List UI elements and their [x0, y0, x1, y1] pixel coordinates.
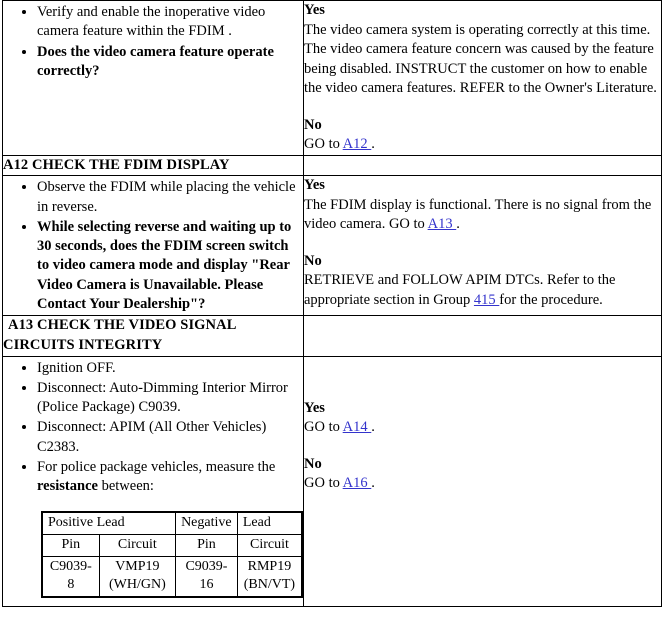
answer-yes-label: Yes — [304, 177, 325, 194]
answer-no-label: No — [304, 455, 322, 472]
header-circuit-positive: Circuit — [98, 533, 177, 557]
header-positive-lead: Positive Lead — [41, 511, 177, 535]
table-row: Ignition OFF. Disconnect: Auto-Dimming I… — [2, 355, 662, 608]
result-cell: Yes The video camera system is operating… — [303, 0, 662, 156]
list-item: Disconnect: APIM (All Other Vehicles) C2… — [37, 418, 303, 457]
list-item: Does the video camera feature operate co… — [37, 43, 303, 82]
result-cell-empty — [303, 154, 662, 177]
header-circuit-negative: Circuit — [236, 533, 303, 557]
header-pin-positive: Pin — [41, 533, 100, 557]
answer-yes-label: Yes — [304, 2, 325, 18]
header-negative: Negative — [175, 511, 238, 535]
list-item: For police package vehicles, measure the… — [37, 458, 303, 497]
header-lead: Lead — [236, 511, 303, 535]
cell-circuit-positive: VMP19 (WH/GN) — [98, 555, 177, 598]
leads-measurement-table: Positive Lead Negative Lead Pin Circuit … — [41, 510, 303, 599]
table-row: Observe the FDIM while placing the vehic… — [2, 175, 662, 317]
list-item: Ignition OFF. — [37, 359, 303, 378]
cell-pin-negative: C9039-16 — [175, 555, 238, 598]
list-item: Observe the FDIM while placing the vehic… — [37, 178, 303, 217]
cell-circuit-negative: RMP19 (BN/VT) — [236, 555, 303, 598]
yes-prefix: GO to — [304, 419, 343, 436]
answer-no-text: GO to A12 . — [304, 135, 661, 155]
yes-suffix: . — [456, 216, 460, 233]
goto-prefix: GO to — [304, 136, 343, 152]
leads-column-header-row: Pin Circuit Pin Circuit — [41, 533, 303, 557]
no-suffix: for the procedure. — [499, 291, 603, 308]
answer-yes-text: GO to A14 . — [304, 418, 661, 438]
result-cell: Yes The FDIM display is functional. Ther… — [303, 175, 662, 317]
action-list: Ignition OFF. Disconnect: Auto-Dimming I… — [3, 359, 303, 497]
link-a14[interactable]: A14 — [343, 419, 372, 435]
action-cell: Verify and enable the inoperative video … — [2, 0, 304, 156]
leads-data-row: C9039-8 VMP19 (WH/GN) C9039-16 RMP19 (BN… — [41, 555, 303, 598]
pinpoint-test-table: Verify and enable the inoperative video … — [2, 0, 662, 608]
answer-no-text: GO to A16 . — [304, 474, 661, 494]
list-item: Disconnect: Auto-Dimming Interior Mirror… — [37, 379, 303, 418]
step-title-text: A12 CHECK THE FDIM DISPLAY — [3, 156, 230, 173]
step-title-line2: CIRCUITS INTEGRITY — [3, 336, 163, 353]
table-row: A13 CHECK THE VIDEO SIGNAL CIRCUITS INTE… — [2, 315, 662, 357]
answer-yes-text: The FDIM display is functional. There is… — [304, 196, 661, 235]
header-pin-negative: Pin — [175, 533, 238, 557]
answer-yes-text: The video camera system is operating cor… — [304, 21, 657, 97]
table-row: A12 CHECK THE FDIM DISPLAY — [2, 154, 662, 177]
yes-suffix: . — [371, 419, 375, 436]
answer-no-label: No — [304, 252, 322, 269]
action-cell: Observe the FDIM while placing the vehic… — [2, 175, 304, 317]
pinpoint-test-page: Verify and enable the inoperative video … — [0, 0, 663, 624]
no-suffix: . — [371, 475, 375, 492]
action-list: Observe the FDIM while placing the vehic… — [3, 178, 303, 314]
result-cell: Yes GO to A14 . No GO to A16 . — [303, 355, 662, 608]
answer-yes-label: Yes — [304, 399, 325, 416]
emphasis-resistance: resistance — [37, 478, 98, 495]
link-a16[interactable]: A16 — [343, 475, 372, 491]
cell-pin-positive: C9039-8 — [41, 555, 100, 598]
no-prefix: GO to — [304, 475, 343, 492]
answer-no-label: No — [304, 116, 322, 133]
action-list: Verify and enable the inoperative video … — [3, 3, 303, 81]
yes-prefix: The FDIM display is functional. There is… — [304, 196, 652, 233]
link-a12[interactable]: A12 — [343, 136, 372, 152]
link-a13[interactable]: A13 — [428, 216, 457, 232]
leads-group-header-row: Positive Lead Negative Lead — [41, 511, 303, 535]
result-cell-empty — [303, 315, 662, 357]
step-title-line1: A13 CHECK THE VIDEO SIGNAL — [8, 317, 237, 334]
goto-suffix: . — [371, 136, 375, 152]
list-item: While selecting reverse and waiting up t… — [37, 218, 303, 314]
list-item: Verify and enable the inoperative video … — [37, 3, 303, 42]
table-row: Verify and enable the inoperative video … — [2, 0, 662, 156]
link-group-415[interactable]: 415 — [474, 292, 499, 308]
action-cell: Ignition OFF. Disconnect: Auto-Dimming I… — [2, 355, 304, 608]
step-title-a13: A13 CHECK THE VIDEO SIGNAL CIRCUITS INTE… — [2, 315, 304, 357]
step-title-a12: A12 CHECK THE FDIM DISPLAY — [2, 154, 304, 177]
answer-no-text: RETRIEVE and FOLLOW APIM DTCs. Refer to … — [304, 271, 661, 310]
